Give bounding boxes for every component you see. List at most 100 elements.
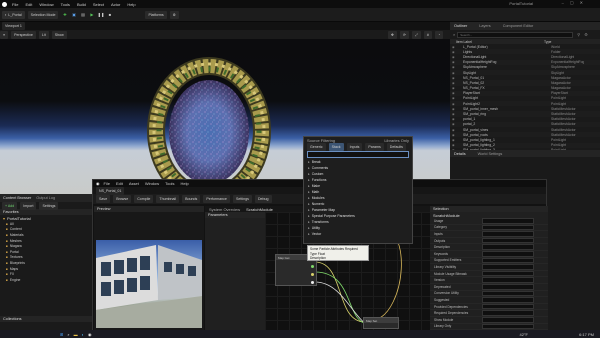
niagara-asset-tab[interactable]: NS_Portal_01 [96, 186, 125, 195]
selection-property-row[interactable]: Version [430, 277, 548, 284]
content-browser-tab[interactable]: Content Browser [3, 196, 31, 200]
property-value-field[interactable] [482, 323, 534, 330]
taskbar-explorer-icon[interactable]: ▬ [74, 332, 78, 337]
niagara-thumbnail-button[interactable]: Thumbnail [156, 195, 180, 203]
filter-params[interactable]: Params [365, 142, 384, 151]
niagara-compile-button[interactable]: Compile [134, 195, 154, 203]
layers-tab[interactable]: Layers [479, 24, 490, 28]
blueprint-icon[interactable]: ▣ [70, 11, 77, 18]
column-item-label[interactable]: Item Label [450, 40, 544, 44]
selection-property-row[interactable]: Provided Dependencies [430, 303, 548, 311]
output-log-tab[interactable]: Output Log [36, 196, 55, 200]
selection-property-row[interactable]: Supported Emitters [430, 257, 548, 265]
selection-property-row[interactable]: Category [430, 224, 548, 232]
selection-property-row[interactable]: Suggested [430, 297, 548, 304]
niagara-menu-file[interactable]: File [104, 181, 110, 186]
pause-icon[interactable]: ❚❚ [97, 11, 105, 18]
selection-property-row[interactable]: Library Visibility [430, 264, 548, 271]
scratch-module-tab[interactable]: ScratchModule [246, 207, 273, 212]
map-get-pin-3[interactable] [311, 281, 314, 284]
property-value-field[interactable] [482, 257, 534, 264]
system-overview-tab[interactable]: System Overview [209, 207, 240, 212]
menu-tools[interactable]: Tools [61, 2, 70, 7]
cinematics-icon[interactable]: ▤ [79, 11, 86, 18]
selection-property-row[interactable]: Outputs [430, 237, 548, 245]
property-value-field[interactable] [482, 270, 534, 277]
import-button[interactable]: Import [20, 201, 37, 210]
viewport-menu-button[interactable]: ≡ [0, 30, 9, 39]
rotate-icon[interactable]: ⟳ [399, 31, 409, 39]
niagara-browse-button[interactable]: Browse [113, 195, 132, 203]
selection-property-row[interactable]: Description [430, 244, 548, 251]
settings-button[interactable]: ⚙ [169, 10, 179, 19]
context-search-input[interactable] [307, 151, 409, 158]
property-value-field[interactable] [482, 283, 534, 290]
camera-speed-icon[interactable]: ◔ [434, 31, 443, 39]
component-editor-tab[interactable]: Component Editor [503, 24, 534, 28]
property-value-field[interactable] [482, 316, 534, 323]
map-get-pin-1[interactable] [311, 265, 314, 268]
selection-property-row[interactable]: Deprecated [430, 283, 548, 291]
property-value-field[interactable] [482, 310, 534, 316]
windows-start-icon[interactable]: ⊞ [60, 332, 63, 337]
map-set-node[interactable]: Map Set [363, 317, 399, 329]
collections-header[interactable]: Collections [0, 316, 95, 322]
filter-inputs[interactable]: Inputs [346, 142, 363, 151]
show-button[interactable]: Show [51, 30, 67, 39]
translate-icon[interactable]: ✥ [387, 31, 397, 39]
add-icon[interactable]: ✚ [61, 11, 68, 18]
filter-defaults[interactable]: Defaults [386, 142, 406, 151]
folder-item[interactable]: ■ Engine [6, 277, 92, 283]
property-value-field[interactable] [482, 224, 534, 231]
taskbar-browser-icon[interactable]: ◐ [82, 332, 84, 337]
selection-property-row[interactable]: Module Usage Bitmask [430, 270, 548, 278]
play-icon[interactable]: ▶ [88, 11, 95, 18]
taskbar-search-icon[interactable]: ⌕ [67, 332, 69, 337]
niagara-menu-window[interactable]: Window [145, 181, 159, 186]
menu-actor[interactable]: Actor [111, 2, 120, 7]
menu-build[interactable]: Build [77, 2, 86, 7]
selection-property-row[interactable]: Usage [430, 218, 548, 225]
niagara-menu-help[interactable]: Help [180, 181, 188, 186]
menu-window[interactable]: Window [39, 2, 53, 7]
cb-settings-button[interactable]: Settings [39, 201, 59, 210]
selection-property-row[interactable]: Show Module [430, 316, 548, 324]
column-type[interactable]: Type [544, 40, 551, 44]
menu-select[interactable]: Select [93, 2, 104, 7]
world-settings-tab[interactable]: World Settings [478, 152, 503, 156]
niagara-debug-button[interactable]: Debug [254, 195, 272, 203]
details-tab[interactable]: Details [454, 152, 466, 156]
settings-icon[interactable]: ⚙ [584, 32, 588, 37]
property-value-field[interactable] [482, 231, 534, 237]
preview-tab[interactable]: Preview [97, 207, 111, 211]
selection-property-row[interactable]: Keywords [430, 250, 548, 258]
grid-snap-icon[interactable]: # [423, 31, 432, 39]
selection-mode-button[interactable]: Selection Mode [27, 10, 59, 19]
context-menu-item[interactable]: ▸ Vector [304, 231, 412, 237]
menu-help[interactable]: Help [127, 2, 135, 7]
outliner-row[interactable]: ◉ ExponentialHeightFog ExponentialHeightFo… [450, 59, 600, 65]
niagara-menu-asset[interactable]: Asset [129, 181, 139, 186]
niagara-save-button[interactable]: Save [96, 195, 111, 203]
niagara-settings-button[interactable]: Settings [232, 195, 252, 203]
perspective-button[interactable]: Perspective [11, 30, 36, 39]
property-value-field[interactable] [482, 290, 534, 297]
add-button[interactable]: + Add [2, 201, 18, 210]
property-value-field[interactable] [482, 264, 534, 270]
stop-icon[interactable]: ■ [106, 11, 113, 18]
filter-generic[interactable]: Generic [307, 142, 326, 151]
property-value-field[interactable] [482, 297, 534, 303]
property-value-field[interactable] [482, 237, 534, 244]
property-value-field[interactable] [482, 244, 534, 250]
outliner-search-input[interactable] [457, 31, 574, 38]
outliner-tab[interactable]: Outliner [454, 24, 467, 28]
library-only-label[interactable]: Libraries Only [384, 138, 409, 143]
scale-icon[interactable]: ⤢ [411, 31, 421, 39]
platforms-button[interactable]: Platforms [145, 10, 167, 19]
property-value-field[interactable] [482, 218, 534, 224]
niagara-menu-tools[interactable]: Tools [165, 181, 174, 186]
property-value-field[interactable] [482, 277, 534, 283]
property-value-field[interactable] [482, 250, 534, 257]
selection-property-row[interactable]: Conversion Utility [430, 290, 548, 298]
selection-property-row[interactable]: Required Dependencies [430, 310, 548, 317]
